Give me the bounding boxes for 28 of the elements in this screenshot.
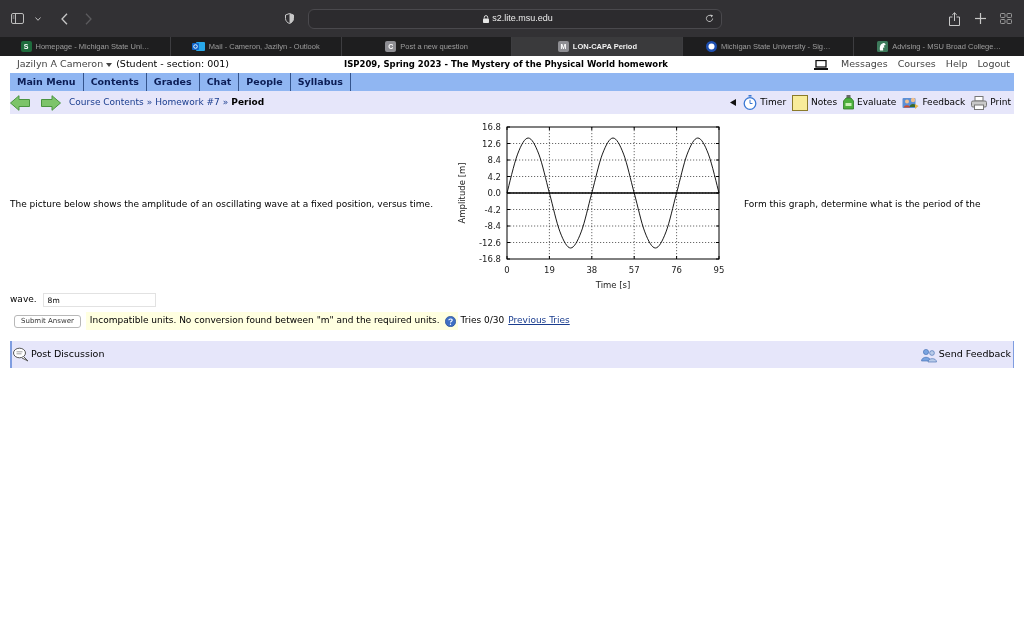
x-axis-title: Time [s] (595, 280, 631, 290)
user-role: (Student - section: 001) (116, 57, 229, 72)
y-tick-label: 16.8 (482, 122, 501, 132)
breadcrumb-separator: » (146, 95, 153, 109)
breadcrumb-current: Period (231, 95, 265, 109)
y-tick-label: -8.4 (484, 221, 501, 231)
y-tick-label: 12.6 (482, 138, 501, 149)
question-text: The picture below shows the amplitude of an oscillating wave at a fixed position, versus time. (10, 199, 434, 210)
y-tick-label: 4.2 (487, 171, 501, 182)
y-tick-label: 8.4 (487, 155, 501, 165)
y-tick-label: -4.2 (484, 204, 501, 215)
y-tick-label: -16.8 (479, 254, 501, 264)
breadcrumb-separator: » (222, 95, 229, 109)
y-tick-label: -12.6 (479, 237, 501, 248)
course-title: ISP209, Spring 2023 - The Mystery of the Physical World homework (344, 58, 668, 71)
question-text: Form this graph, determine what is the period of the (744, 198, 981, 212)
x-tick-label: 19 (544, 265, 555, 275)
tries-count: Tries 0/30 (460, 314, 505, 328)
x-tick-label: 76 (671, 265, 682, 275)
x-tick-label: 38 (586, 265, 598, 275)
x-tick-label: 57 (628, 265, 640, 275)
y-axis-title: Amplitude [m] (457, 162, 467, 224)
question-text: wave. (10, 293, 37, 307)
error-message: Incompatible units. No conversion found between "m" and the required units. (89, 314, 440, 328)
x-tick-label: 95 (713, 265, 725, 275)
y-tick-label: 0.0 (487, 188, 501, 198)
url-text: s2.lite.msu.edu (492, 11, 553, 25)
x-tick-label: 0 (504, 265, 510, 275)
